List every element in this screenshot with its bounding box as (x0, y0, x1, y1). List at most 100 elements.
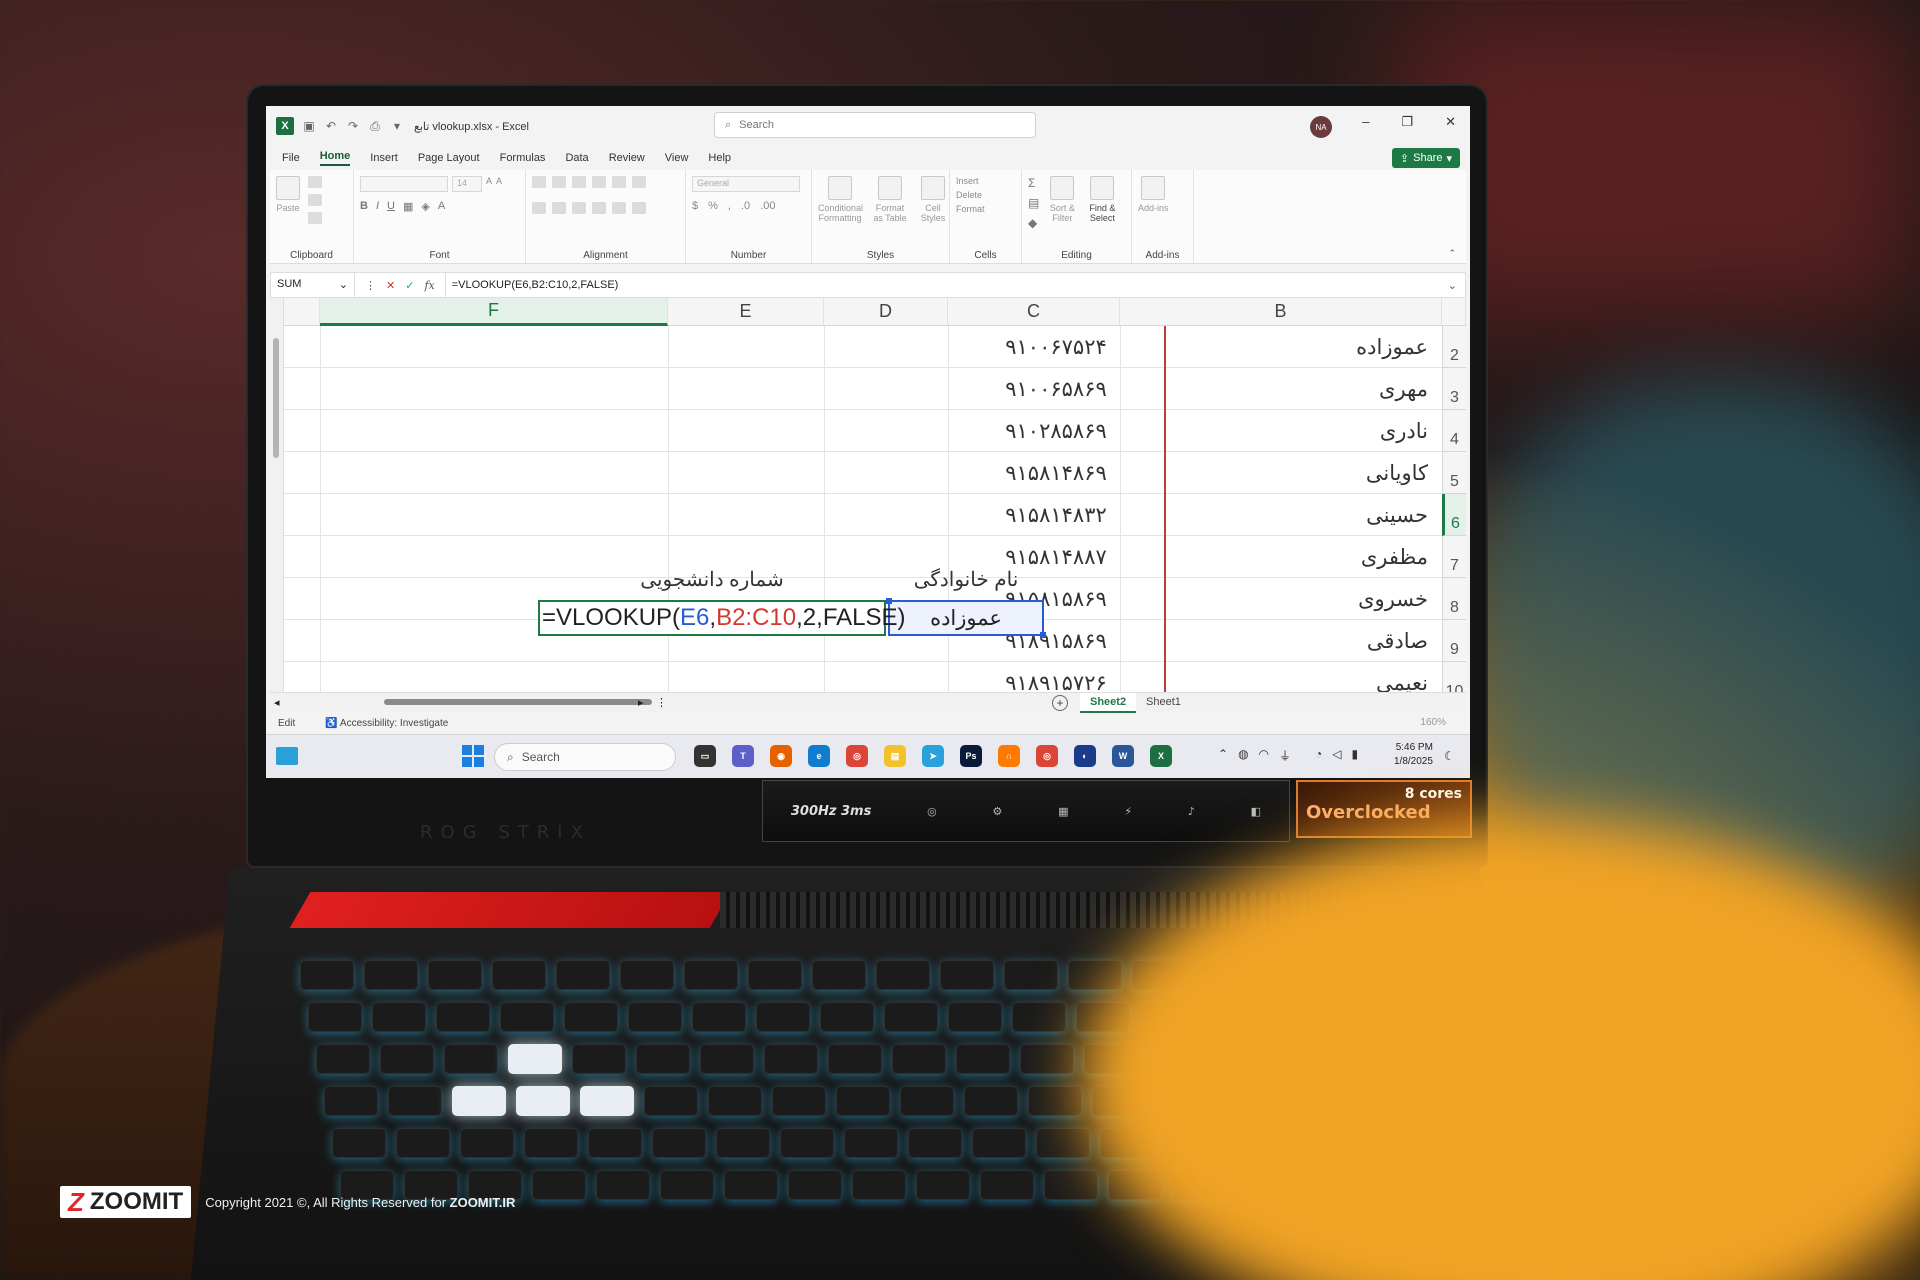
sheet-tab-sheet1[interactable]: Sheet1 (1136, 693, 1191, 713)
worksheet-grid[interactable]: F E D C B 2 عموزاده ۹۱۰۰۶۷۵۲۴ 3 مهری ۹۱۰۰۶۵۸۶… (270, 298, 1466, 704)
vertical-scrollbar[interactable] (270, 298, 284, 692)
bold-icon[interactable]: B (360, 200, 368, 213)
cell-b-name[interactable]: کاویانی (1168, 452, 1442, 494)
cell-c-phone[interactable]: ۹۱۰۰۶۵۸۶۹ (948, 368, 1164, 410)
font-color-icon[interactable]: A (438, 200, 445, 213)
scroll-right-icon[interactable]: ▸ (638, 696, 644, 709)
cell-e5-label[interactable]: نام خانوادگی (888, 558, 1044, 600)
align-left-icon[interactable] (532, 202, 546, 214)
insert-function-icon[interactable]: fx (424, 279, 434, 292)
volume-icon[interactable]: ◁ (1332, 747, 1341, 764)
tab-help[interactable]: Help (708, 152, 731, 164)
row-header[interactable]: 8 (1442, 578, 1466, 620)
decrease-decimal-icon[interactable]: .00 (760, 200, 775, 212)
font-size-dropdown[interactable]: 14 (452, 176, 482, 192)
sheet-tab-sheet2[interactable]: Sheet2 (1080, 693, 1137, 713)
orientation-icon[interactable] (592, 176, 606, 188)
more-options-icon[interactable]: ⋮ (365, 279, 376, 292)
delete-cells-button[interactable]: Delete (956, 190, 982, 200)
add-sheet-icon[interactable]: + (1052, 695, 1068, 711)
cell-c-phone[interactable]: ۹۱۵۸۱۴۸۶۹ (948, 452, 1164, 494)
wrap-text-icon[interactable] (632, 176, 646, 188)
save-icon[interactable]: ▣ (302, 119, 316, 133)
indent-increase-icon[interactable] (612, 202, 626, 214)
wifi-icon[interactable]: ◔ (1315, 747, 1322, 764)
restore-icon[interactable]: ❐ (1401, 114, 1413, 130)
format-cells-button[interactable]: Format (956, 204, 985, 214)
file-explorer-icon[interactable]: ▤ (884, 745, 906, 767)
cancel-icon[interactable]: ✕ (386, 279, 395, 292)
app-icon[interactable]: ∩ (998, 745, 1020, 767)
indent-decrease-icon[interactable] (592, 202, 606, 214)
close-icon[interactable]: ✕ (1445, 114, 1456, 130)
column-header-b[interactable]: B (1120, 298, 1442, 326)
cell-b-name[interactable]: عموزاده (1168, 326, 1442, 368)
undo-icon[interactable]: ↶ (324, 119, 338, 133)
column-header-d[interactable]: D (824, 298, 948, 326)
column-header-e[interactable]: E (668, 298, 824, 326)
firefox-icon[interactable]: ◉ (770, 745, 792, 767)
app-badge-icon[interactable]: ◐ (1074, 745, 1096, 767)
increase-font-icon[interactable]: A (486, 176, 492, 192)
row-header[interactable]: 3 (1442, 368, 1466, 410)
column-header-blank[interactable] (284, 298, 320, 326)
tab-file[interactable]: File (282, 152, 300, 164)
start-icon[interactable] (462, 745, 484, 767)
tab-review[interactable]: Review (609, 152, 645, 164)
notification-icon[interactable]: ☾ (1444, 749, 1455, 763)
search-box[interactable]: ⌕ Search (714, 112, 1036, 138)
cell-b-name[interactable]: حسینی (1168, 494, 1442, 536)
format-as-table-button[interactable]: Format as Table (870, 176, 910, 223)
comma-icon[interactable]: , (728, 200, 731, 212)
column-header-f[interactable]: F (320, 298, 668, 326)
align-right-icon[interactable] (572, 202, 586, 214)
fill-icon[interactable]: ▤ (1028, 196, 1039, 210)
tray-app-icon[interactable]: ◍ (1238, 747, 1248, 764)
fill-color-icon[interactable]: ◈ (421, 200, 429, 213)
cell-c-phone[interactable]: ۹۱۵۸۱۴۸۳۲ (948, 494, 1164, 536)
row-header[interactable]: 2 (1442, 326, 1466, 368)
cell-b-name[interactable]: صادقی (1168, 620, 1442, 662)
telegram-icon[interactable]: ➤ (922, 745, 944, 767)
decrease-font-icon[interactable]: A (496, 176, 502, 192)
customize-qat-icon[interactable]: ▾ (390, 119, 404, 133)
select-all-corner[interactable] (1442, 298, 1466, 326)
format-painter-icon[interactable] (308, 212, 322, 224)
cell-b-name[interactable]: مهری (1168, 368, 1442, 410)
headset-icon[interactable]: ◠ (1259, 747, 1269, 764)
horizontal-scrollbar[interactable] (284, 697, 652, 707)
increase-decimal-icon[interactable]: .0 (741, 200, 750, 212)
autosum-icon[interactable]: Σ (1028, 176, 1039, 190)
widgets-icon[interactable] (276, 747, 298, 765)
expand-formula-icon[interactable]: ⌄ (1440, 279, 1465, 292)
redo-icon[interactable]: ↷ (346, 119, 360, 133)
enter-icon[interactable]: ✓ (405, 279, 414, 292)
tab-view[interactable]: View (665, 152, 689, 164)
tab-page-layout[interactable]: Page Layout (418, 152, 480, 164)
insert-cells-button[interactable]: Insert (956, 176, 979, 186)
scroll-left-icon[interactable]: ◂ (274, 696, 280, 709)
row-header[interactable]: 7 (1442, 536, 1466, 578)
share-button[interactable]: ⇪ Share ▾ (1391, 148, 1460, 168)
taskbar-clock[interactable]: 5:46 PM 1/8/2025 (1394, 741, 1433, 769)
merge-icon[interactable] (632, 202, 646, 214)
currency-icon[interactable]: $ (692, 200, 698, 212)
conditional-formatting-button[interactable]: Conditional Formatting (818, 176, 863, 223)
tab-data[interactable]: Data (565, 152, 588, 164)
paste-button[interactable]: Paste (276, 176, 300, 213)
name-box[interactable]: SUM ⌄ (271, 273, 355, 297)
cell-b-name[interactable]: مظفری (1168, 536, 1442, 578)
borders-icon[interactable]: ▦ (403, 200, 413, 213)
row-header[interactable]: 5 (1442, 452, 1466, 494)
row-header[interactable]: 6 (1442, 494, 1466, 536)
column-header-c[interactable]: C (948, 298, 1120, 326)
underline-icon[interactable]: U (387, 200, 395, 213)
teams-icon[interactable]: T (732, 745, 754, 767)
sort-filter-button[interactable]: Sort & Filter (1047, 176, 1077, 223)
tab-home[interactable]: Home (319, 150, 351, 166)
addins-button[interactable]: Add-ins (1138, 176, 1169, 213)
print-preview-icon[interactable]: ⎙ (368, 119, 382, 133)
excel-taskbar-icon[interactable]: X (1150, 745, 1172, 767)
align-top-icon[interactable] (532, 176, 546, 188)
word-icon[interactable]: W (1112, 745, 1134, 767)
